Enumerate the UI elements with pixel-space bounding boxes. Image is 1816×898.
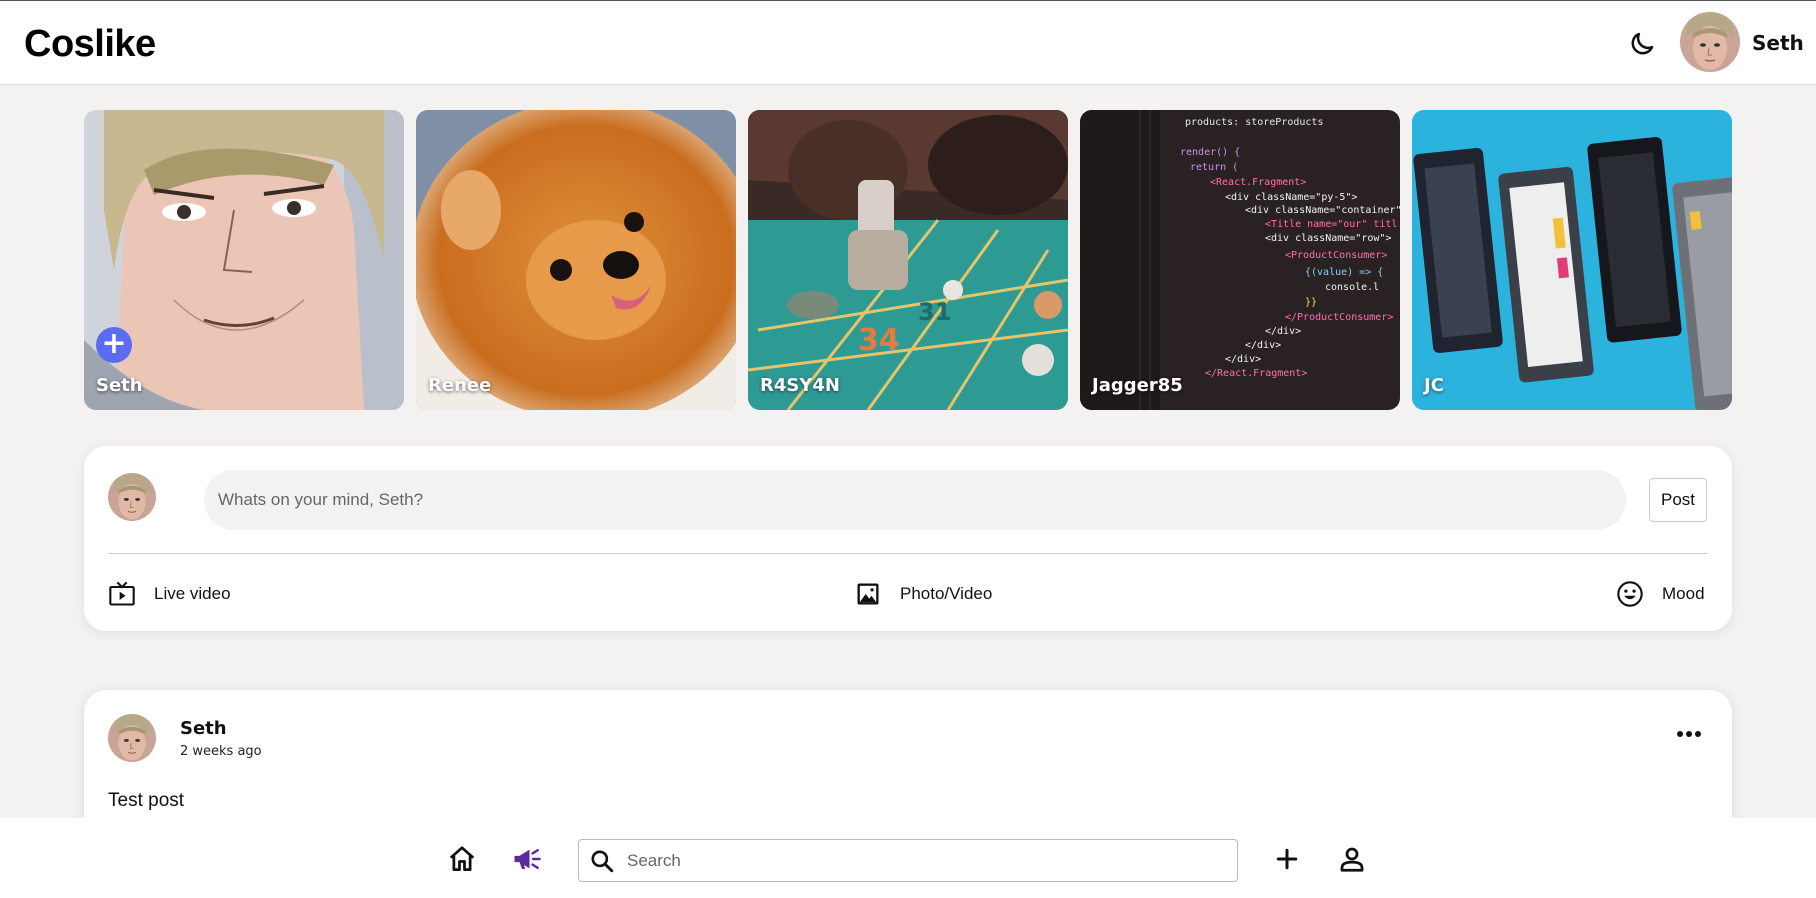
home-icon[interactable] — [447, 844, 477, 874]
svg-text:render() {: render() { — [1180, 147, 1240, 158]
svg-text:<div className="py-5">: <div className="py-5"> — [1225, 192, 1357, 203]
image-icon — [857, 583, 879, 605]
user-icon[interactable] — [1337, 844, 1367, 874]
photo-video-button[interactable]: Photo/Video — [854, 579, 992, 609]
user-name[interactable]: Seth — [1752, 31, 1804, 55]
svg-text:<div className="container": <div className="container" — [1245, 205, 1400, 216]
svg-text:console.l: console.l — [1325, 282, 1379, 293]
post-author-name[interactable]: Seth — [180, 718, 227, 739]
bottom-nav — [0, 818, 1816, 898]
composer-avatar — [108, 473, 156, 521]
post-timestamp: 2 weeks ago — [180, 744, 262, 759]
story-label: Renee — [428, 375, 492, 396]
svg-text:</div>: </div> — [1265, 326, 1301, 337]
svg-text:<div className="row">: <div className="row"> — [1265, 233, 1391, 244]
live-video-button[interactable]: Live video — [108, 579, 231, 609]
composer-divider — [108, 553, 1708, 554]
app-logo[interactable]: Coslike — [24, 23, 156, 66]
story-image-keyboards — [1412, 110, 1732, 410]
megaphone-icon[interactable] — [512, 844, 542, 874]
composer-input[interactable] — [204, 470, 1626, 530]
svg-text:<ProductConsumer>: <ProductConsumer> — [1285, 250, 1387, 261]
svg-text:31: 31 — [918, 298, 951, 326]
add-story-button[interactable]: + — [96, 327, 132, 363]
svg-text:</React.Fragment>: </React.Fragment> — [1205, 368, 1307, 379]
story-card-renee[interactable]: Renee — [416, 110, 736, 410]
story-label: R4SY4N — [760, 375, 840, 396]
mood-button[interactable]: Mood — [1616, 579, 1705, 609]
story-card-seth[interactable]: + Seth — [84, 110, 404, 410]
post-author-avatar[interactable] — [108, 714, 156, 762]
moon-icon[interactable] — [1627, 29, 1657, 59]
svg-text:}}: }} — [1305, 297, 1317, 308]
plus-icon[interactable] — [1272, 844, 1302, 874]
smiley-icon — [1617, 581, 1643, 607]
svg-text:return (: return ( — [1190, 162, 1238, 173]
story-label: JC — [1424, 375, 1444, 396]
top-bar: Coslike Seth — [0, 0, 1816, 85]
svg-text:</div>: </div> — [1245, 340, 1281, 351]
story-label: Seth — [96, 375, 143, 396]
search-icon — [591, 850, 614, 873]
story-image-anime-portrait — [84, 110, 404, 410]
svg-text:<Title name="our" titl: <Title name="our" titl — [1265, 219, 1397, 230]
story-label: Jagger85 — [1092, 375, 1183, 396]
story-card-r4sy4n[interactable]: 34 31 R4SY4N — [748, 110, 1068, 410]
svg-text:products: storeProducts: products: storeProducts — [1185, 117, 1323, 128]
story-card-jc[interactable]: JC — [1412, 110, 1732, 410]
post-button[interactable]: Post — [1649, 478, 1707, 522]
search-input[interactable] — [627, 846, 1227, 876]
svg-text:<React.Fragment>: <React.Fragment> — [1210, 177, 1306, 188]
user-avatar[interactable] — [1680, 12, 1740, 72]
post-composer: Post Live video Photo/Video Mood — [84, 446, 1732, 631]
more-horizontal-icon[interactable] — [1676, 728, 1702, 740]
mood-label: Mood — [1662, 584, 1705, 603]
post-body: Test post — [108, 790, 185, 811]
svg-text:34: 34 — [858, 323, 900, 358]
photo-video-label: Photo/Video — [900, 584, 993, 603]
story-card-jagger85[interactable]: products: storeProducts render() { retur… — [1080, 110, 1400, 410]
svg-text:</div>: </div> — [1225, 354, 1261, 365]
search-bar[interactable] — [578, 839, 1238, 882]
svg-text:{(value) => {: {(value) => { — [1305, 267, 1383, 278]
live-video-icon — [109, 581, 135, 606]
story-image-pomeranian — [416, 110, 736, 410]
story-image-roulette-table: 34 31 — [748, 110, 1068, 410]
live-video-label: Live video — [154, 584, 231, 603]
story-image-code-editor: products: storeProducts render() { retur… — [1080, 110, 1400, 410]
svg-text:</ProductConsumer>: </ProductConsumer> — [1285, 312, 1393, 323]
stories-row: + Seth Renee 34 31 R4SY4N products: stor… — [84, 110, 1732, 410]
